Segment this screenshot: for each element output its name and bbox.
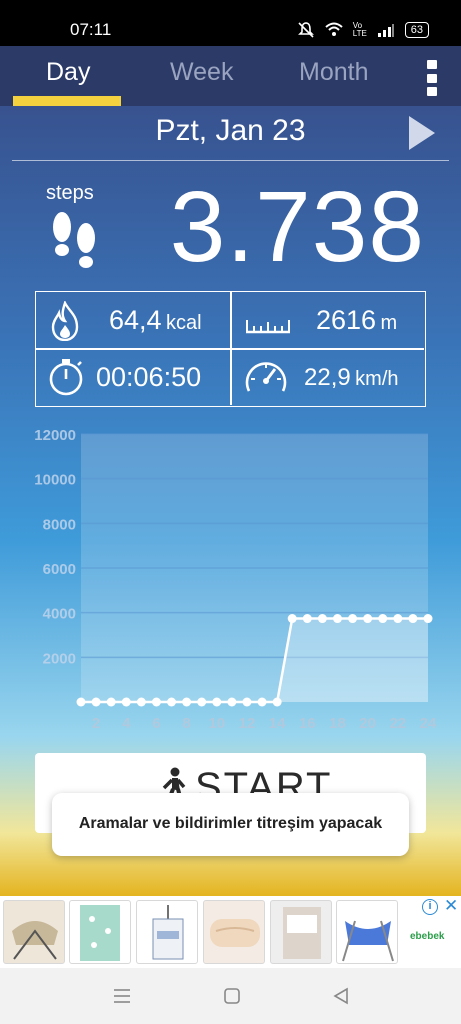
- chart-point: [363, 614, 373, 624]
- next-day-icon[interactable]: [409, 116, 435, 150]
- ad-image-blanket[interactable]: [69, 900, 131, 964]
- chart-point: [423, 614, 433, 624]
- wifi-icon: [325, 22, 343, 36]
- chart-point: [182, 697, 192, 707]
- chart-point: [136, 697, 146, 707]
- ad-image-towel[interactable]: [203, 900, 265, 964]
- overflow-menu-icon[interactable]: [424, 60, 440, 96]
- distance-cell: 2616 m: [231, 292, 425, 348]
- steps-chart: 120001000080006000400020002 4 6 8 10 12 14 16 18…: [34, 427, 437, 732]
- tab-day[interactable]: Day: [46, 58, 90, 87]
- chart-y-tick-label: 6000: [43, 561, 76, 578]
- ad-brand-label: ebebek: [410, 931, 445, 942]
- tab-week[interactable]: Week: [170, 58, 233, 87]
- speedometer-icon: [245, 362, 287, 392]
- recent-apps-icon[interactable]: [113, 988, 131, 1004]
- chart-point: [287, 614, 297, 624]
- toast-notification: Aramalar ve bildirimler titreşim yapacak: [52, 793, 409, 856]
- status-bar: 07:11 Vo LTE 63: [0, 0, 461, 46]
- chart-x-tick-label: 16: [299, 715, 316, 732]
- chart-point: [212, 697, 222, 707]
- calories-cell: 64,4 kcal: [36, 292, 230, 348]
- distance-unit: m: [380, 312, 398, 334]
- chart-point: [393, 614, 403, 624]
- date-label: Pzt, Jan 23: [155, 114, 306, 147]
- chart-x-tick-label: 20: [359, 715, 376, 732]
- chart-y-tick-label: 8000: [43, 516, 76, 533]
- steps-label: steps: [46, 182, 94, 204]
- battery-icon: 63: [404, 22, 429, 38]
- duration-value: 00:06:50: [96, 362, 202, 392]
- ad-close-icon[interactable]: ✕: [444, 896, 458, 916]
- ad-image-cradle[interactable]: [3, 900, 65, 964]
- chart-point: [378, 614, 388, 624]
- chart-point: [227, 697, 237, 707]
- chart-point: [167, 697, 177, 707]
- signal-icon: [377, 24, 394, 37]
- chart-point: [151, 697, 161, 707]
- chart-point: [348, 614, 358, 624]
- home-icon[interactable]: [223, 987, 241, 1005]
- chart-point: [91, 697, 101, 707]
- distance-value: 2616: [316, 305, 377, 335]
- ad-image-swing[interactable]: [336, 900, 398, 964]
- chart-x-tick-label: 22: [389, 715, 406, 732]
- flame-icon: [51, 301, 79, 341]
- chart-x-tick-label: 2: [92, 715, 100, 732]
- chart-y-tick-label: 2000: [43, 650, 76, 667]
- chart-point: [317, 614, 327, 624]
- chart-point: [76, 697, 86, 707]
- ad-info-icon[interactable]: i: [422, 899, 438, 915]
- mute-icon: [297, 22, 314, 38]
- chart-point: [242, 697, 252, 707]
- chart-x-tick-label: 12: [239, 715, 256, 732]
- date-row: Pzt, Jan 23: [0, 106, 461, 158]
- divider: [12, 160, 449, 161]
- ruler-icon: [246, 320, 290, 334]
- chart-point: [257, 697, 267, 707]
- ad-image-box[interactable]: [270, 900, 332, 964]
- chart-y-tick-label: 4000: [43, 606, 76, 623]
- chart-point: [332, 614, 342, 624]
- tab-month[interactable]: Month: [299, 58, 368, 87]
- chart-x-tick-label: 8: [182, 715, 190, 732]
- chart-x-tick-label: 6: [152, 715, 160, 732]
- speed-unit: km/h: [355, 368, 399, 390]
- speed-cell: 22,9 km/h: [231, 349, 425, 405]
- chart-point: [197, 697, 207, 707]
- speed-value: 22,9: [304, 364, 351, 391]
- chart-x-tick-label: 4: [122, 715, 131, 732]
- main-content: Pzt, Jan 23 steps 3.738 64,4 kcal 2616 m…: [0, 106, 461, 896]
- steps-value: 3.738: [169, 171, 425, 283]
- footprints-icon: [53, 212, 95, 268]
- chart-x-tick-label: 10: [208, 715, 225, 732]
- duration-cell: 00:06:50: [36, 349, 230, 405]
- chart-point: [106, 697, 116, 707]
- chart-point: [408, 614, 418, 624]
- back-icon[interactable]: [332, 987, 350, 1005]
- tab-indicator: [13, 96, 121, 106]
- chart-point: [302, 614, 312, 624]
- chart-point: [121, 697, 131, 707]
- chart-x-tick-label: 14: [269, 715, 286, 732]
- chart-x-tick-label: 18: [329, 715, 346, 732]
- chart-y-tick-label: 10000: [34, 472, 76, 489]
- chart-point: [272, 697, 282, 707]
- chart-x-tick-label: 24: [420, 715, 437, 732]
- volte-icon: Vo LTE: [352, 21, 367, 38]
- ad-image-organizer[interactable]: [136, 900, 198, 964]
- chart-y-tick-label: 12000: [34, 427, 76, 444]
- system-navbar: [0, 968, 461, 1024]
- status-icons: Vo LTE 63: [297, 21, 429, 39]
- ad-banner[interactable]: i ✕: [0, 896, 461, 968]
- calories-value: 64,4: [109, 305, 162, 335]
- status-time: 07:11: [70, 20, 112, 39]
- toast-message: Aramalar ve bildirimler titreşim yapacak: [78, 815, 383, 832]
- calories-unit: kcal: [166, 312, 202, 334]
- stats-grid: 64,4 kcal 2616 m 00:06:50 22,9 km/h: [35, 291, 426, 407]
- stopwatch-icon: [49, 359, 83, 396]
